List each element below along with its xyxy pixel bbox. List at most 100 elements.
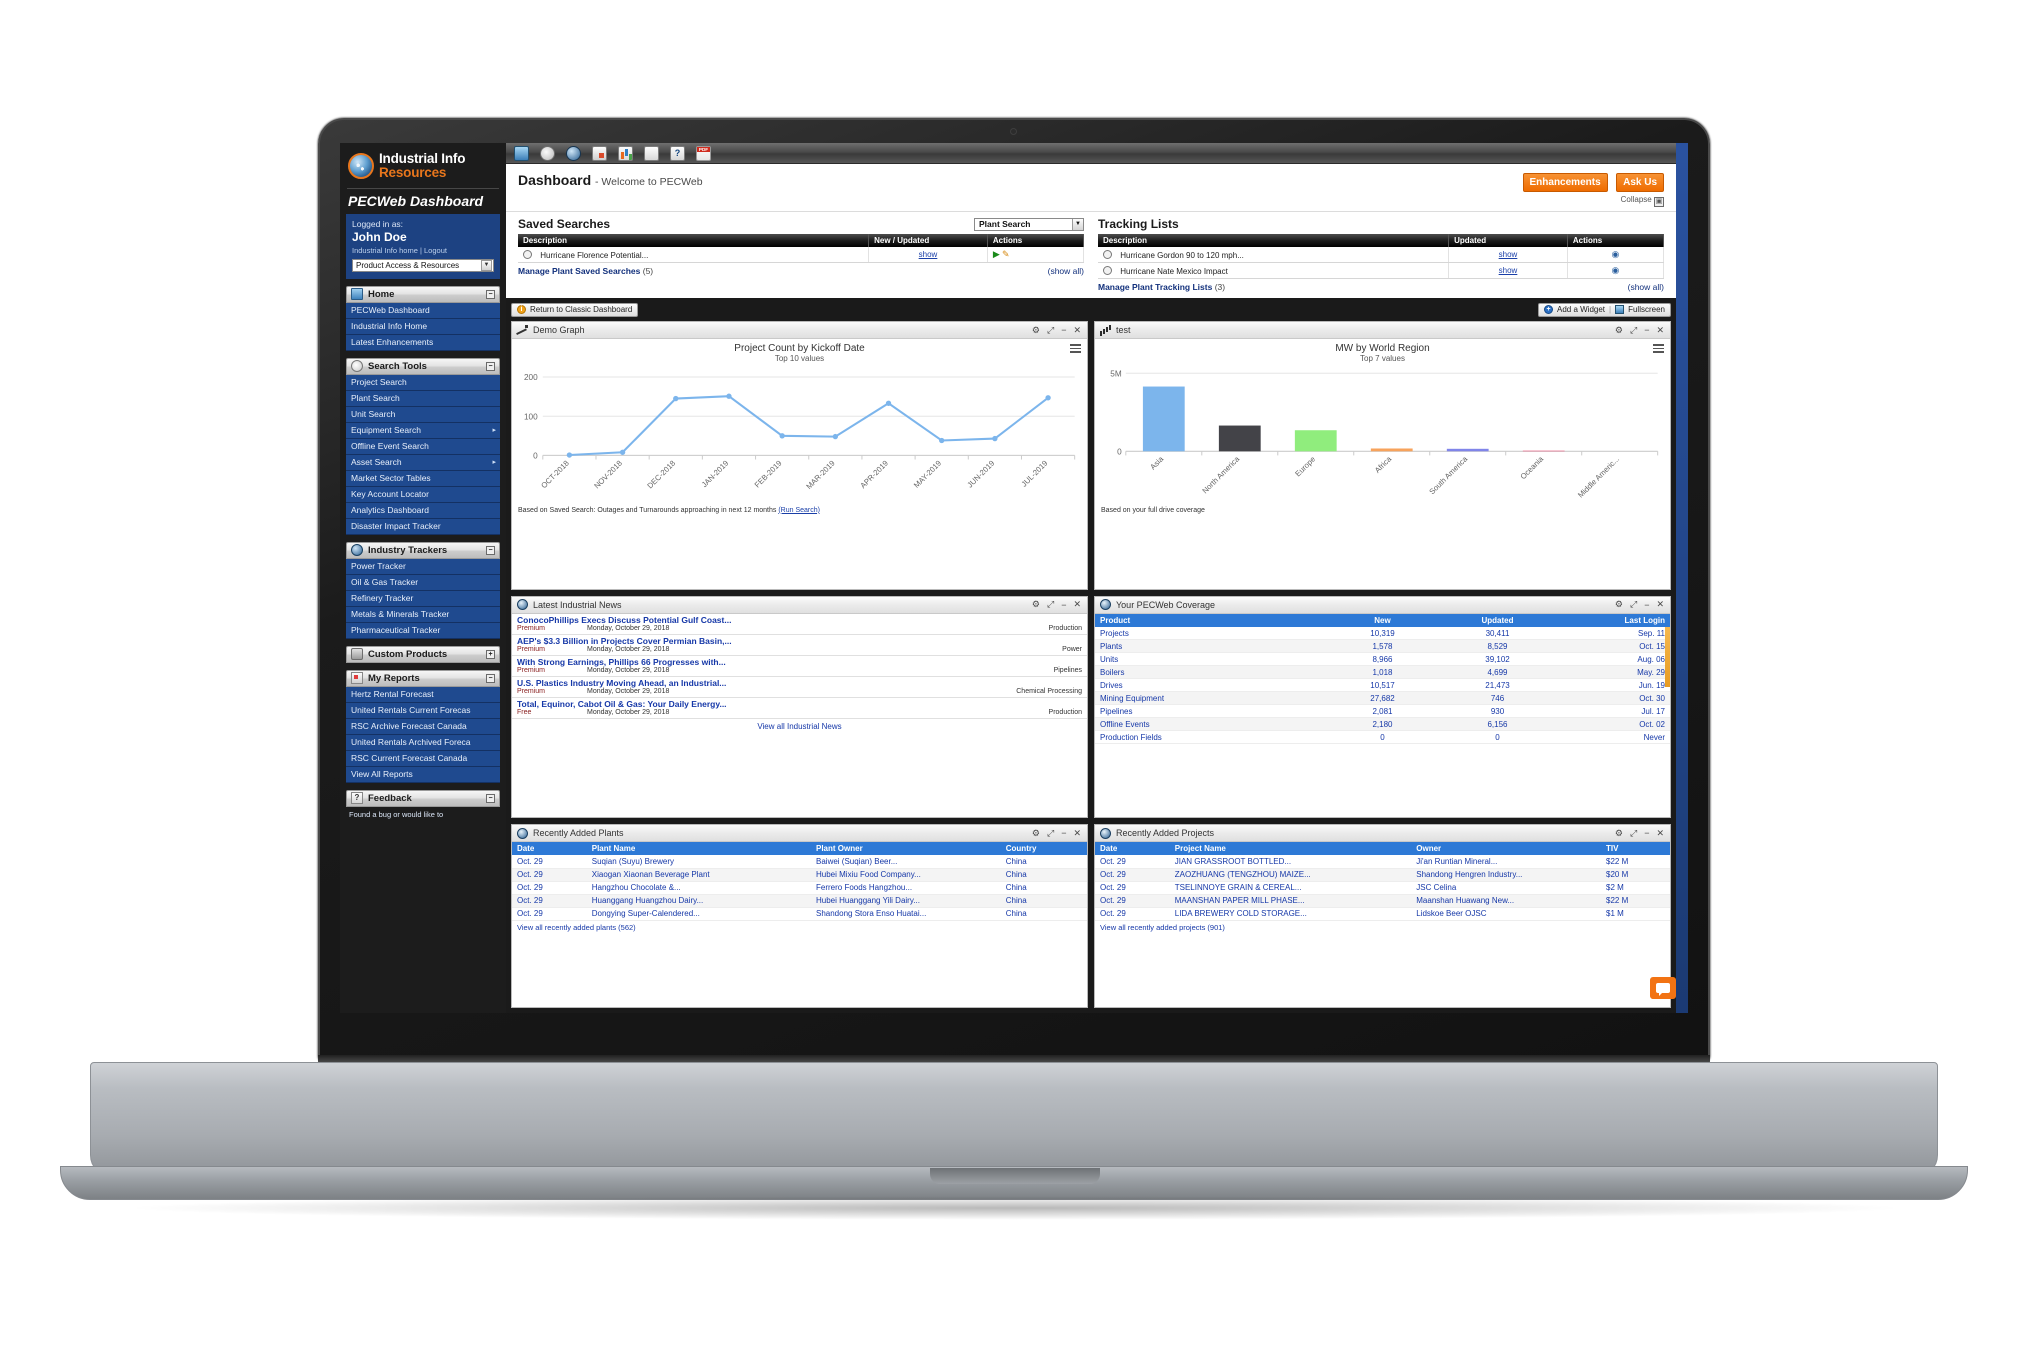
minimize-icon[interactable]: −: [1060, 600, 1067, 610]
tracking-lists-show-all[interactable]: (show all): [1628, 282, 1664, 292]
saved-search-type-select[interactable]: Plant Search ▼: [974, 217, 1084, 231]
table-row[interactable]: Boilers 1,018 4,699 May. 29: [1095, 665, 1670, 680]
sidebar-item-united-rentals-current-forecas[interactable]: United Rentals Current Forecas: [346, 702, 500, 719]
toggle-icon[interactable]: +: [486, 649, 495, 659]
list-item[interactable]: ConocoPhillips Execs Discuss Potential G…: [512, 614, 1087, 635]
close-icon[interactable]: ✕: [1655, 325, 1665, 336]
table-row[interactable]: Oct. 29 JIAN GRASSROOT BOTTLED... Ji'an Ru…: [1095, 855, 1670, 869]
sidebar-item-oil-gas-tracker[interactable]: Oil & Gas Tracker: [346, 574, 500, 591]
table-row[interactable]: Mining Equipment 27,682 746 Oct. 30: [1095, 691, 1670, 706]
toggle-icon[interactable]: −: [486, 289, 495, 299]
sidebar-item-offline-event-search[interactable]: Offline Event Search: [346, 438, 500, 455]
expand-icon[interactable]: ⤢: [1629, 599, 1638, 610]
project-name[interactable]: JIAN GRASSROOT BOTTLED...: [1169, 855, 1412, 869]
sidebar-group-header[interactable]: Search Tools −: [346, 357, 500, 375]
coverage-product[interactable]: Production Fields: [1095, 730, 1325, 745]
project-name[interactable]: MAANSHAN PAPER MILL PHASE...: [1169, 894, 1412, 908]
sidebar-item-equipment-search[interactable]: Equipment Search ▸: [346, 422, 500, 439]
expand-icon[interactable]: ⤢: [1046, 599, 1055, 610]
minimize-icon[interactable]: −: [1060, 325, 1067, 335]
table-row[interactable]: Hurricane Gordon 90 to 120 mph... show ◉: [1098, 247, 1665, 263]
table-row[interactable]: Offline Events 2,180 6,156 Oct. 02: [1095, 717, 1670, 732]
coverage-product[interactable]: Offline Events: [1095, 717, 1325, 732]
logout-link[interactable]: Logout: [424, 246, 447, 255]
industrial-info-home-link[interactable]: Industrial Info home: [352, 246, 418, 255]
sidebar-item-rsc-archive-forecast-canada[interactable]: RSC Archive Forecast Canada: [346, 718, 500, 735]
show-link[interactable]: show: [1499, 266, 1518, 275]
gear-icon[interactable]: ⚙: [1614, 828, 1624, 839]
table-row[interactable]: Oct. 29 Suqian (Suyu) Brewery Baiwei (Suqi…: [512, 855, 1087, 869]
sidebar-item-disaster-impact-tracker[interactable]: Disaster Impact Tracker: [346, 518, 500, 535]
expand-icon[interactable]: ⤢: [1629, 828, 1638, 839]
sidebar-group-header[interactable]: Home −: [346, 285, 500, 303]
coverage-product[interactable]: Units: [1095, 652, 1325, 667]
toggle-icon[interactable]: −: [486, 545, 495, 555]
show-link[interactable]: show: [1499, 250, 1518, 259]
table-row[interactable]: Drives 10,517 21,473 Jun. 19: [1095, 678, 1670, 693]
table-row[interactable]: Pipelines 2,081 930 Jul. 17: [1095, 704, 1670, 719]
table-row[interactable]: Oct. 29 Huanggang Huangzhou Dairy... Hubei…: [512, 894, 1087, 908]
ask-us-button[interactable]: Ask Us: [1616, 173, 1664, 192]
project-name[interactable]: LIDA BREWERY COLD STORAGE...: [1169, 907, 1412, 921]
sidebar-item-project-search[interactable]: Project Search: [346, 374, 500, 391]
coverage-product[interactable]: Drives: [1095, 678, 1325, 693]
list-item[interactable]: U.S. Plastics Industry Moving Ahead, an …: [512, 677, 1087, 698]
sidebar-group-header[interactable]: Industry Trackers −: [346, 541, 500, 559]
sidebar-item-plant-search[interactable]: Plant Search: [346, 390, 500, 407]
sidebar-item-view-all-reports[interactable]: View All Reports: [346, 766, 500, 783]
coverage-product[interactable]: Projects: [1095, 626, 1325, 641]
sidebar-item-rsc-current-forecast-canada[interactable]: RSC Current Forecast Canada: [346, 750, 500, 767]
brand-logo[interactable]: Industrial Info Resources: [346, 149, 500, 185]
sidebar-item-industrial-info-home[interactable]: Industrial Info Home: [346, 318, 500, 335]
project-name[interactable]: TSELINNOYE GRAIN & CEREAL...: [1169, 881, 1412, 895]
news-headline[interactable]: With Strong Earnings, Phillips 66 Progre…: [517, 657, 1082, 667]
manage-saved-searches-link[interactable]: Manage Plant Saved Searches (5): [518, 266, 653, 276]
table-row[interactable]: Oct. 29 Dongying Super-Calendered... Shand…: [512, 907, 1087, 921]
table-row[interactable]: Oct. 29 MAANSHAN PAPER MILL PHASE... Maans…: [1095, 894, 1670, 908]
toggle-icon[interactable]: −: [486, 793, 495, 803]
table-row[interactable]: Hurricane Florence Potential... show ▶ ✎: [518, 247, 1085, 263]
sidebar-item-key-account-locator[interactable]: Key Account Locator: [346, 486, 500, 503]
table-row[interactable]: Plants 1,578 8,529 Oct. 15: [1095, 639, 1670, 654]
list-item[interactable]: With Strong Earnings, Phillips 66 Progre…: [512, 656, 1087, 677]
sidebar-item-unit-search[interactable]: Unit Search: [346, 406, 500, 423]
minimize-icon[interactable]: −: [1643, 600, 1650, 610]
close-icon[interactable]: ✕: [1072, 325, 1082, 336]
coverage-product[interactable]: Plants: [1095, 639, 1325, 654]
coverage-product[interactable]: Pipelines: [1095, 704, 1325, 719]
sidebar-item-refinery-tracker[interactable]: Refinery Tracker: [346, 590, 500, 607]
gear-icon[interactable]: ⚙: [1031, 828, 1041, 839]
close-icon[interactable]: ✕: [1072, 828, 1082, 839]
table-row[interactable]: Oct. 29 TSELINNOYE GRAIN & CEREAL... JSC C…: [1095, 881, 1670, 895]
minimize-icon[interactable]: −: [1643, 828, 1650, 838]
product-access-select[interactable]: Product Access & Resources ▼: [352, 258, 494, 272]
toggle-icon[interactable]: −: [486, 361, 495, 371]
add-widget-button[interactable]: Add a Widget: [1557, 305, 1605, 314]
news-headline[interactable]: AEP's $3.3 Billion in Projects Cover Per…: [517, 636, 1082, 646]
list-item[interactable]: Total, Equinor, Cabot Oil & Gas: Your Da…: [512, 698, 1087, 719]
sidebar-item-latest-enhancements[interactable]: Latest Enhancements: [346, 334, 500, 351]
document-icon[interactable]: [592, 145, 607, 161]
chart-menu-icon[interactable]: [1653, 344, 1664, 355]
close-icon[interactable]: ✕: [1072, 599, 1082, 610]
minimize-icon[interactable]: −: [1643, 325, 1650, 335]
coverage-product[interactable]: Boilers: [1095, 665, 1325, 680]
list-item[interactable]: AEP's $3.3 Billion in Projects Cover Per…: [512, 635, 1087, 656]
manage-tracking-lists-link[interactable]: Manage Plant Tracking Lists (3): [1098, 282, 1225, 292]
news-headline[interactable]: U.S. Plastics Industry Moving Ahead, an …: [517, 678, 1082, 688]
return-to-classic-dashboard-button[interactable]: i Return to Classic Dashboard: [511, 302, 639, 317]
plant-name[interactable]: Huanggang Huangzhou Dairy...: [586, 894, 811, 908]
sidebar-group-header[interactable]: My Reports −: [346, 669, 500, 687]
saved-searches-show-all[interactable]: (show all): [1048, 266, 1084, 276]
sidebar-item-market-sector-tables[interactable]: Market Sector Tables: [346, 470, 500, 487]
chart-menu-icon[interactable]: [1070, 344, 1081, 355]
table-row[interactable]: Units 8,966 39,102 Aug. 06: [1095, 652, 1670, 667]
table-row[interactable]: Oct. 29 Xiaogan Xiaonan Beverage Plant Hub…: [512, 868, 1087, 882]
view-all-projects-link[interactable]: View all recently added projects (901): [1095, 921, 1670, 934]
sidebar-group-header[interactable]: Custom Products +: [346, 645, 500, 663]
table-row[interactable]: Production Fields 0 0 Never: [1095, 730, 1670, 745]
sidebar-item-metals-minerals-tracker[interactable]: Metals & Minerals Tracker: [346, 606, 500, 623]
news-headline[interactable]: ConocoPhillips Execs Discuss Potential G…: [517, 615, 1082, 625]
coverage-product[interactable]: Mining Equipment: [1095, 691, 1325, 706]
sidebar-item-asset-search[interactable]: Asset Search ▸: [346, 454, 500, 471]
